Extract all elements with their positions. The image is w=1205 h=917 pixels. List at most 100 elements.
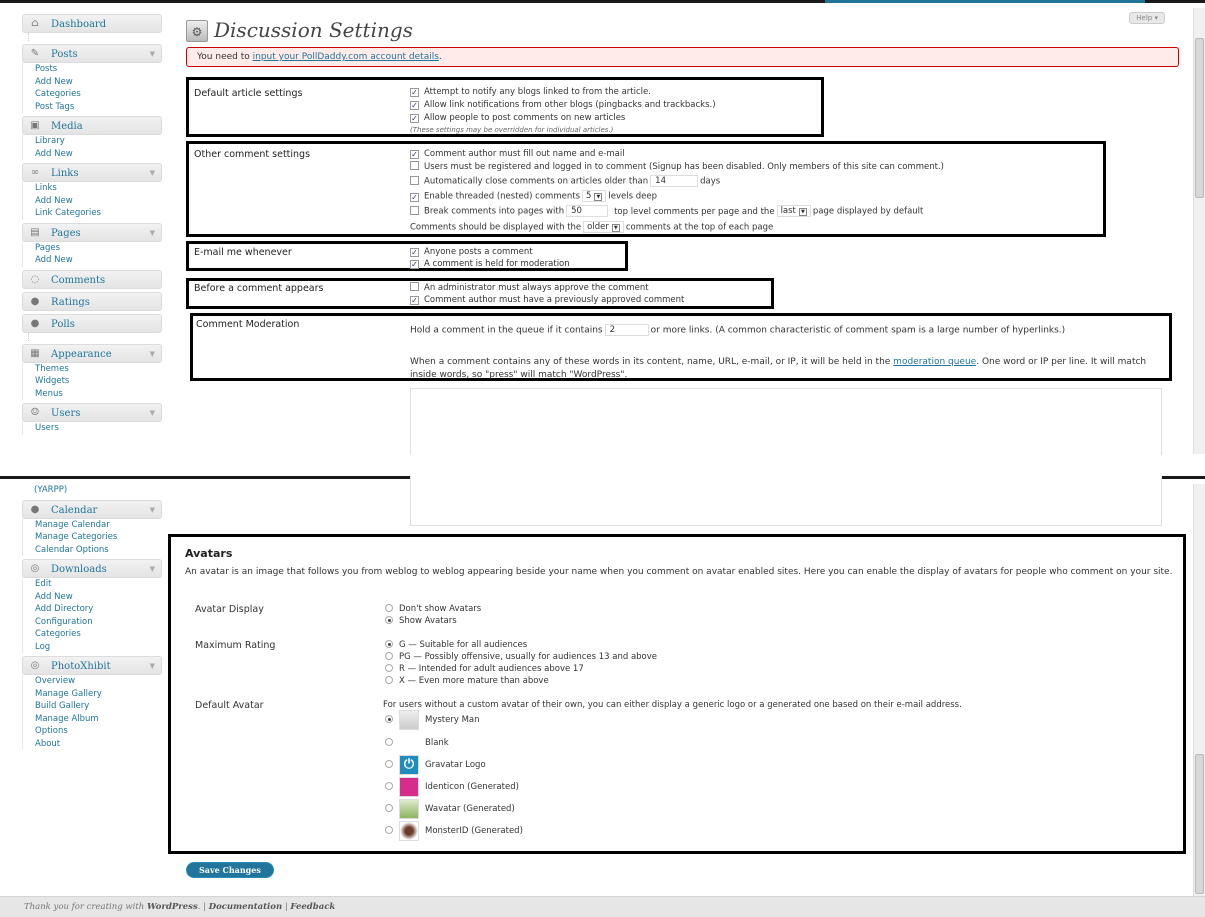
allow-comments-option[interactable]: ✓ Allow people to post comments on new ar… [410, 112, 625, 124]
email-held-option[interactable]: ✓ A comment is held for moderation [410, 258, 570, 270]
checkbox-checked[interactable]: ✓ [410, 296, 419, 305]
chevron-down-icon[interactable]: ▼ [150, 657, 155, 676]
submenu-link[interactable]: Pages [23, 242, 162, 255]
show-avatars-option[interactable]: Show Avatars [385, 615, 457, 627]
submenu-link[interactable]: Library [23, 135, 162, 148]
paginate-comments-option[interactable]: Break comments into pages with 50 top leve… [410, 205, 923, 218]
radio-button-selected[interactable] [385, 640, 393, 648]
radio-button[interactable] [385, 782, 393, 790]
radio-button[interactable] [385, 604, 393, 612]
save-changes-button[interactable]: Save Changes [186, 862, 274, 878]
checkbox-checked[interactable]: ✓ [410, 192, 419, 202]
checkbox-checked[interactable]: ✓ [410, 248, 419, 257]
moderation-keys-textarea-bottom[interactable] [410, 476, 1162, 526]
sidebar-item-ratings[interactable]: ● Ratings [22, 291, 162, 311]
sidebar-item-users[interactable]: ☺ Users ▼ [22, 403, 162, 422]
submenu-link[interactable]: Categories [23, 88, 162, 101]
radio-button-selected[interactable] [385, 616, 393, 624]
submenu-link[interactable]: Manage Categories [23, 531, 162, 544]
submenu-link[interactable]: Manage Calendar [23, 519, 162, 532]
vertical-scrollbar[interactable] [1193, 8, 1205, 454]
sidebar-item-dashboard[interactable]: ⌂ Dashboard [22, 14, 162, 33]
checkbox-unchecked[interactable] [410, 161, 419, 170]
email-any-comment-option[interactable]: ✓ Anyone posts a comment [410, 246, 533, 258]
submenu-link[interactable]: Categories [23, 628, 162, 641]
avatar-mystery-man-option[interactable]: Mystery Man [385, 709, 480, 731]
avatar-identicon-option[interactable]: Identicon (Generated) [385, 776, 519, 798]
rating-x-option[interactable]: X — Even more mature than above [385, 675, 549, 687]
scrollbar-thumb[interactable] [1195, 754, 1204, 894]
avatar-blank-option[interactable]: Blank [385, 732, 449, 754]
radio-button-selected[interactable] [385, 715, 393, 723]
checkbox-unchecked[interactable] [410, 205, 419, 215]
submenu-link[interactable]: Users [23, 422, 162, 435]
chevron-down-icon[interactable]: ▼ [150, 501, 155, 520]
sidebar-item-posts[interactable]: ✎ Posts ▼ [22, 44, 162, 63]
submenu-link[interactable]: Menus [23, 388, 162, 401]
vertical-scrollbar[interactable] [1193, 484, 1205, 896]
sidebar-item-comments[interactable]: ◌ Comments [22, 269, 162, 289]
require-registration-option[interactable]: Users must be registered and logged in t… [410, 161, 944, 173]
submenu-link[interactable]: Add New [23, 148, 162, 161]
notify-blogs-option[interactable]: ✓ Attempt to notify any blogs linked to f… [410, 86, 651, 98]
thread-depth-select[interactable]: 5 ▼ [582, 190, 607, 202]
moderation-queue-link[interactable]: moderation queue [893, 357, 976, 367]
documentation-link[interactable]: Documentation [209, 902, 282, 912]
previously-approved-option[interactable]: ✓ Comment author must have a previously a… [410, 294, 684, 306]
chevron-down-icon[interactable]: ▼ [150, 560, 155, 579]
submenu-link[interactable]: Manage Album [23, 713, 162, 726]
rating-g-option[interactable]: G — Suitable for all audiences [385, 639, 527, 651]
chevron-down-icon[interactable]: ▼ [150, 164, 155, 183]
scrollbar-thumb[interactable] [1195, 38, 1204, 198]
submenu-link[interactable]: Overview [23, 675, 162, 688]
wordpress-link[interactable]: WordPress [147, 902, 198, 912]
radio-button[interactable] [385, 738, 393, 746]
submenu-link-partial[interactable]: (YARPP) [22, 484, 162, 497]
pingbacks-option[interactable]: ✓ Allow link notifications from other blo… [410, 99, 716, 111]
chevron-down-icon[interactable]: ▼ [150, 224, 155, 243]
submenu-link[interactable]: Calendar Options [23, 544, 162, 557]
submenu-link[interactable]: Themes [23, 363, 162, 376]
submenu-link[interactable]: Add New [23, 195, 162, 208]
chevron-down-icon[interactable]: ▼ [150, 45, 155, 64]
submenu-link[interactable]: Links [23, 182, 162, 195]
rating-pg-option[interactable]: PG — Possibly offensive, usually for aud… [385, 651, 657, 663]
avatar-wavatar-option[interactable]: Wavatar (Generated) [385, 798, 515, 820]
sidebar-item-polls[interactable]: ● Polls [22, 313, 162, 333]
checkbox-unchecked[interactable] [410, 282, 419, 291]
radio-button[interactable] [385, 826, 393, 834]
checkbox-checked[interactable]: ✓ [410, 88, 419, 97]
radio-button[interactable] [385, 760, 393, 768]
auto-close-option[interactable]: Automatically close comments on articles… [410, 175, 720, 188]
submenu-link[interactable]: Add New [23, 591, 162, 604]
submenu-link[interactable]: Log [23, 641, 162, 654]
radio-button[interactable] [385, 664, 393, 672]
feedback-link[interactable]: Feedback [290, 902, 335, 912]
admin-approve-option[interactable]: An administrator must always approve the… [410, 282, 649, 294]
close-days-input[interactable]: 14 [650, 175, 699, 187]
sidebar-item-pages[interactable]: ▤ Pages ▼ [22, 222, 162, 243]
submenu-link[interactable]: Configuration [23, 616, 162, 629]
sidebar-item-photoxhibit[interactable]: ◎ PhotoXhibit ▼ [22, 656, 162, 675]
moderation-keys-textarea[interactable] [410, 388, 1162, 455]
sidebar-item-media[interactable]: ▣ Media [22, 116, 162, 135]
avatar-monsterid-option[interactable]: MonsterID (Generated) [385, 820, 523, 842]
checkbox-checked[interactable]: ✓ [410, 101, 419, 110]
chevron-down-icon[interactable]: ▼ [150, 345, 155, 364]
submenu-link[interactable]: Posts [23, 63, 162, 76]
radio-button[interactable] [385, 804, 393, 812]
polldaddy-account-link[interactable]: input your PollDaddy.com account details [253, 52, 439, 62]
submenu-link[interactable]: Add New [23, 76, 162, 89]
comment-order-select[interactable]: older ▼ [583, 221, 624, 233]
submenu-link[interactable]: Add New [23, 254, 162, 267]
submenu-link[interactable]: Build Gallery [23, 700, 162, 713]
submenu-link[interactable]: Link Categories [23, 207, 162, 220]
default-page-select[interactable]: last ▼ [776, 205, 811, 217]
checkbox-checked[interactable]: ✓ [410, 260, 419, 269]
sidebar-item-calendar[interactable]: ● Calendar ▼ [22, 499, 162, 520]
sidebar-item-downloads[interactable]: ◎ Downloads ▼ [22, 559, 162, 578]
avatar-gravatar-logo-option[interactable]: ⏻ Gravatar Logo [385, 754, 486, 776]
sidebar-item-appearance[interactable]: ▦ Appearance ▼ [22, 343, 162, 364]
threaded-comments-option[interactable]: ✓ Enable threaded (nested) comments 5 ▼ leve… [410, 190, 657, 203]
submenu-link[interactable]: Add Directory [23, 603, 162, 616]
